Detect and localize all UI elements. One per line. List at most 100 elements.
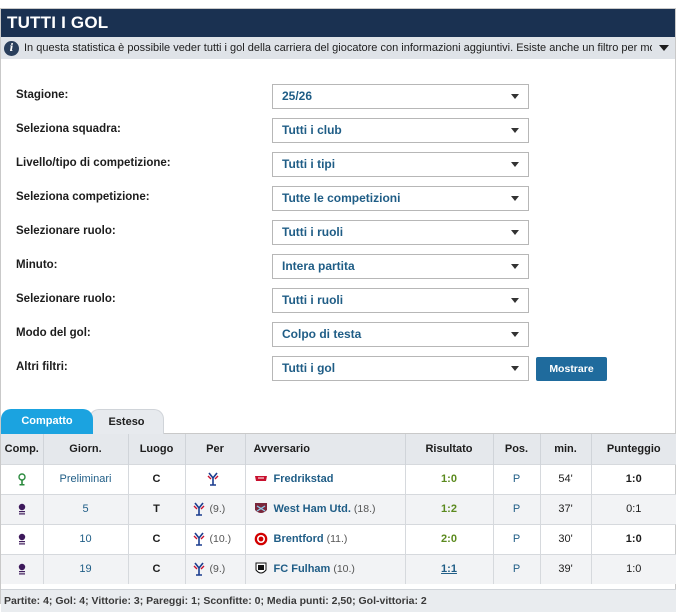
comp-cell	[1, 523, 44, 554]
chevron-down-icon	[511, 162, 519, 167]
matchday-link[interactable]: 10	[43, 523, 129, 554]
score-at-goal: 1:0	[591, 523, 676, 554]
score-at-goal: 0:1	[591, 493, 676, 524]
filter-label: Selezionare ruolo:	[16, 225, 116, 237]
west-ham-crest-icon[interactable]	[254, 502, 268, 516]
position: P	[493, 553, 541, 584]
per-cell	[185, 463, 246, 494]
opponent-name[interactable]: West Ham Utd.	[274, 503, 351, 515]
result[interactable]: 1:2	[405, 493, 494, 524]
premier-league-icon[interactable]	[17, 503, 27, 516]
role-select[interactable]: Tutti i ruoli	[272, 220, 529, 245]
filter-label: Stagione:	[16, 89, 69, 101]
col-header[interactable]: Giorn.	[43, 434, 129, 464]
result[interactable]: 1:1	[405, 553, 494, 584]
team-rank: (9.)	[209, 563, 226, 576]
info-bar[interactable]: i In questa statistica è possibile veder…	[1, 37, 675, 59]
result[interactable]: 2:0	[405, 523, 494, 554]
chevron-down-icon	[511, 366, 519, 371]
team-rank: (10.)	[209, 532, 232, 545]
venue: C	[128, 523, 186, 554]
matchday-link[interactable]: 19	[43, 553, 129, 584]
chevron-down-icon	[511, 196, 519, 201]
filter-row-role: Selezionare ruolo: Tutti i ruoli	[1, 220, 675, 246]
show-button[interactable]: Mostrare	[536, 357, 607, 381]
all-goals-panel: TUTTI I GOL i In questa statistica è pos…	[0, 8, 676, 612]
col-header[interactable]: Punteggio	[591, 434, 676, 464]
table-row: Preliminari C Fredrikstad 1:0 P 54' 1:0	[1, 463, 676, 494]
other-filters-select[interactable]: Tutti i gol	[272, 356, 529, 381]
col-header[interactable]: Pos.	[493, 434, 541, 464]
filter-row-role-2: Selezionare ruolo: Tutti i ruoli	[1, 288, 675, 314]
minute-select[interactable]: Intera partita	[272, 254, 529, 279]
filter-row-other: Altri filtri: Tutti i gol Mostrare	[1, 356, 675, 382]
info-icon: i	[4, 40, 19, 56]
goal-type-select[interactable]: Colpo di testa	[272, 322, 529, 347]
competition-type-select[interactable]: Tutti i tipi	[272, 152, 529, 177]
col-header[interactable]: Comp.	[1, 434, 44, 464]
view-tabs: Esteso Compatto	[1, 401, 675, 434]
select-value: Tutti i tipi	[282, 157, 336, 171]
opponent-name[interactable]: FC Fulham	[274, 563, 331, 575]
goals-table: Comp. Giorn. Luogo Per Avversario Risult…	[1, 434, 676, 584]
crystal-palace-crest-icon[interactable]	[192, 562, 206, 577]
select-value: Intera partita	[282, 259, 355, 273]
select-value: Tutti i ruoli	[282, 225, 344, 239]
comp-cell	[1, 553, 44, 584]
per-cell: (9.)	[185, 493, 246, 524]
select-value: 25/26	[282, 89, 313, 103]
fredrikstad-crest-icon[interactable]	[254, 472, 268, 486]
opponent-cell: FC Fulham (10.)	[245, 553, 406, 584]
crystal-palace-crest-icon[interactable]	[206, 472, 220, 486]
select-value: Tutte le competizioni	[282, 191, 401, 205]
opponent-name[interactable]: Brentford	[274, 533, 324, 545]
minute: 30'	[540, 523, 592, 554]
minute: 37'	[540, 493, 592, 524]
opponent-cell: West Ham Utd. (18.)	[245, 493, 406, 524]
chevron-down-icon	[511, 332, 519, 337]
tab-esteso[interactable]: Esteso	[89, 409, 164, 434]
filter-row-minute: Minuto: Intera partita	[1, 254, 675, 280]
chevron-down-icon[interactable]	[659, 45, 669, 51]
venue: T	[128, 493, 186, 524]
matchday-link[interactable]: Preliminari	[43, 463, 129, 494]
info-text: In questa statistica è possibile veder t…	[24, 42, 652, 54]
premier-league-icon[interactable]	[17, 563, 27, 576]
venue: C	[128, 553, 186, 584]
select-value: Colpo di testa	[282, 327, 362, 341]
role-select-2[interactable]: Tutti i ruoli	[272, 288, 529, 313]
brentford-crest-icon[interactable]	[254, 532, 268, 546]
team-rank: (9.)	[209, 502, 226, 515]
crystal-palace-crest-icon[interactable]	[192, 532, 206, 546]
matchday-link[interactable]: 5	[43, 493, 129, 524]
opponent-name[interactable]: Fredrikstad	[274, 473, 334, 485]
col-header[interactable]: min.	[540, 434, 592, 464]
col-header[interactable]: Risultato	[405, 434, 494, 464]
col-header[interactable]: Avversario	[245, 434, 406, 464]
table-row: 10 C (10.) Brentford (11.) 2:0 P 30' 1:0	[1, 523, 676, 554]
tab-compatto[interactable]: Compatto	[1, 409, 93, 434]
result[interactable]: 1:0	[405, 463, 494, 494]
select-value: Tutti i gol	[282, 361, 336, 375]
filter-label: Livello/tipo di competizione:	[16, 157, 171, 169]
team-select[interactable]: Tutti i club	[272, 118, 529, 143]
chevron-down-icon	[511, 298, 519, 303]
opponent-cell: Brentford (11.)	[245, 523, 406, 554]
season-select[interactable]: 25/26	[272, 84, 529, 109]
premier-league-icon[interactable]	[17, 533, 27, 546]
summary-footer: Partite: 4; Gol: 4; Vittorie: 3; Pareggi…	[1, 589, 676, 612]
panel-title: TUTTI I GOL	[1, 9, 675, 37]
crystal-palace-crest-icon[interactable]	[192, 502, 206, 516]
table-row: 5 T (9.) West Ham Utd. (18.) 1:2 P 37' 0:…	[1, 493, 676, 524]
filter-label: Seleziona competizione:	[16, 191, 150, 203]
score-at-goal: 1:0	[591, 553, 676, 584]
filter-row-team: Seleziona squadra: Tutti i club	[1, 118, 675, 144]
opponent-cell: Fredrikstad	[245, 463, 406, 494]
col-header[interactable]: Luogo	[128, 434, 186, 464]
comp-cell	[1, 463, 44, 494]
col-header[interactable]: Per	[185, 434, 246, 464]
competition-select[interactable]: Tutte le competizioni	[272, 186, 529, 211]
opponent-rank: (11.)	[326, 532, 348, 545]
fulham-crest-icon[interactable]	[254, 562, 268, 576]
conference-league-icon[interactable]	[17, 472, 27, 486]
